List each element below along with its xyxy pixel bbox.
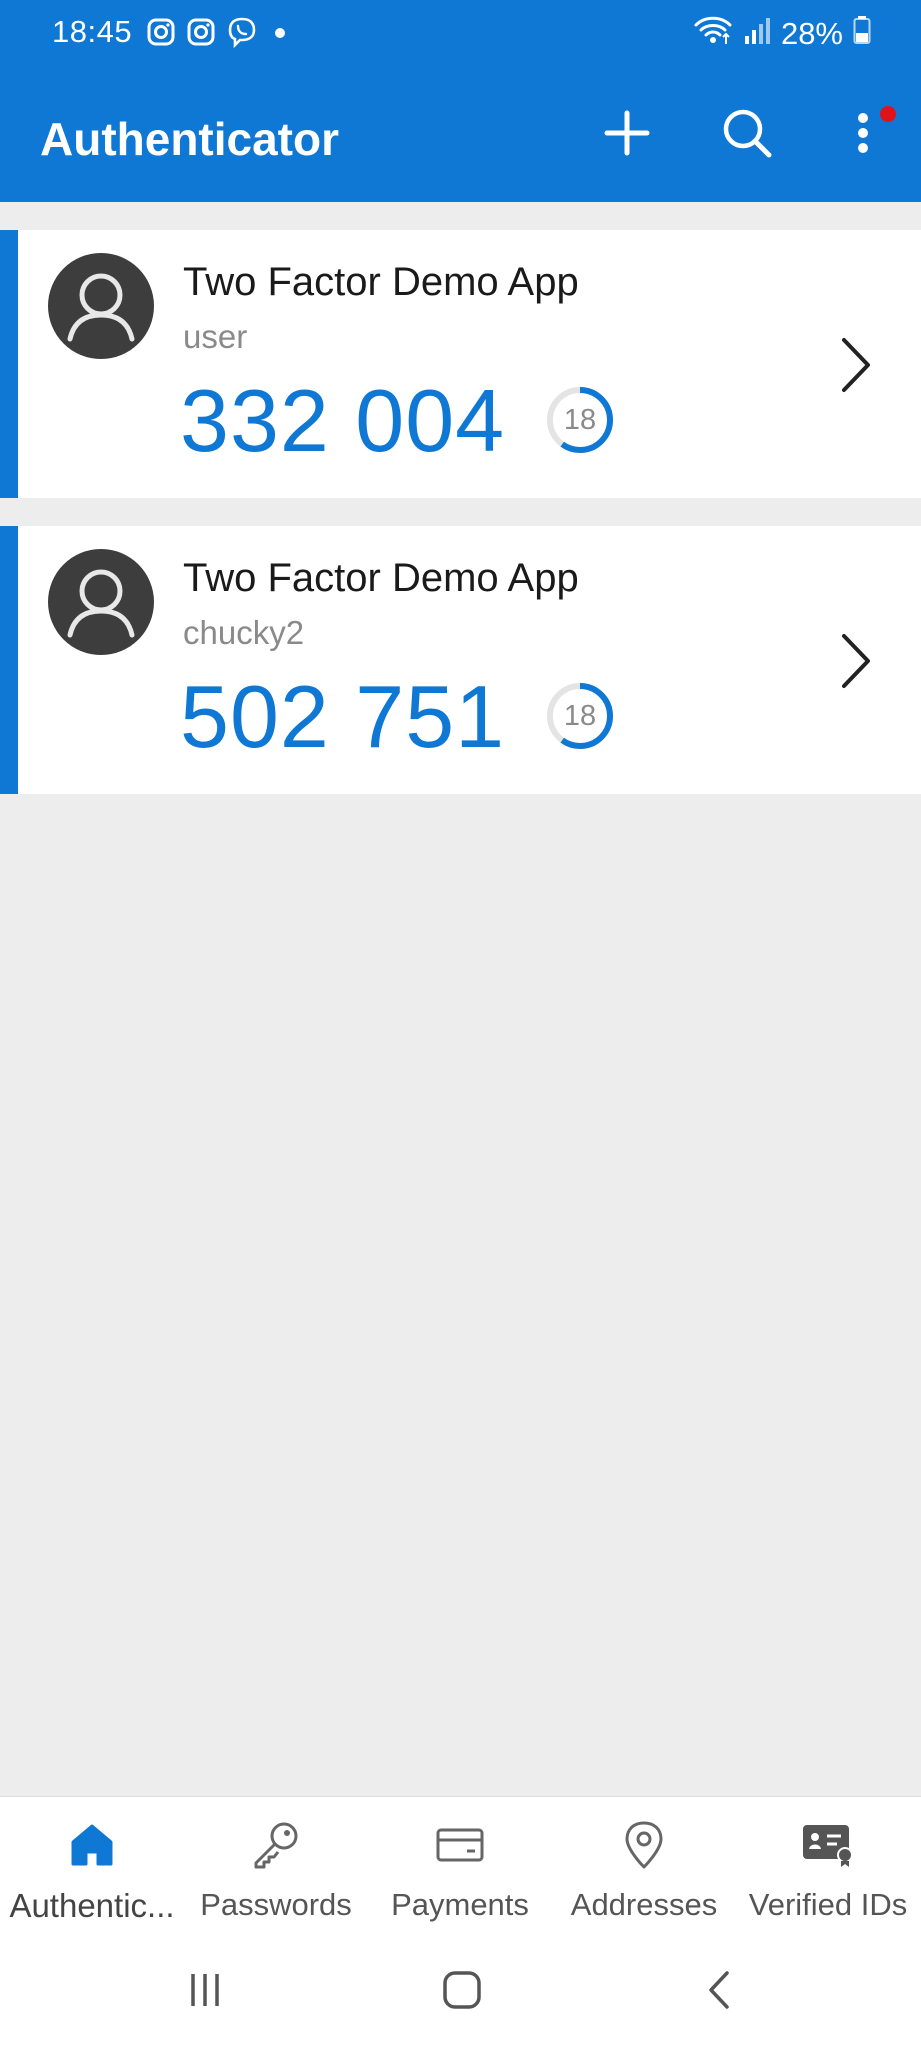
battery-icon (853, 15, 871, 53)
countdown-timer: 18 (545, 681, 615, 751)
location-icon (622, 1820, 666, 1875)
notification-badge (880, 106, 896, 122)
home-square-icon (441, 1969, 483, 2016)
wifi-icon (693, 14, 733, 54)
instagram-icon (146, 17, 176, 47)
app-header: 18:45 28% Authenticator (0, 0, 921, 202)
instagram-icon (186, 17, 216, 47)
add-account-button[interactable] (592, 100, 662, 170)
countdown-timer: 18 (545, 385, 615, 455)
bottom-navigation: Authentic... Passwords Payments Addresse… (0, 1796, 921, 1937)
account-card[interactable]: Two Factor Demo App user 332 004 18 (0, 230, 921, 498)
recent-apps-icon (185, 1970, 225, 2015)
nav-label: Payments (391, 1887, 529, 1922)
otp-code: 502 751 (180, 667, 506, 766)
status-right: 28% (693, 14, 871, 54)
back-icon (705, 1969, 735, 2016)
timer-seconds: 18 (563, 699, 597, 732)
search-icon (721, 107, 773, 164)
account-app-name: Two Factor Demo App (183, 260, 579, 304)
key-icon (250, 1819, 302, 1876)
otp-code: 332 004 (180, 371, 506, 470)
nav-label: Addresses (570, 1887, 718, 1922)
card-icon (435, 1825, 485, 1870)
avatar (48, 549, 154, 655)
back-button[interactable] (690, 1964, 750, 2020)
avatar (48, 253, 154, 359)
nav-item-passwords[interactable]: Passwords (184, 1797, 368, 1937)
search-button[interactable] (712, 100, 782, 170)
account-username: chucky2 (183, 614, 305, 651)
add-icon (604, 110, 650, 161)
nav-label: Verified IDs (748, 1887, 908, 1922)
account-username: user (183, 318, 248, 355)
page-title: Authenticator (40, 113, 339, 165)
notification-dot-icon (268, 17, 292, 47)
recent-apps-button[interactable] (175, 1964, 235, 2020)
status-notification-icons (146, 16, 292, 48)
signal-icon (743, 16, 771, 52)
nav-item-addresses[interactable]: Addresses (552, 1797, 736, 1937)
more-options-button[interactable] (828, 100, 898, 170)
chevron-right-icon[interactable] (830, 626, 880, 696)
account-card[interactable]: Two Factor Demo App chucky2 502 751 18 (0, 526, 921, 794)
nav-item-payments[interactable]: Payments (368, 1797, 552, 1937)
more-icon (855, 110, 871, 161)
system-navigation-bar (0, 1936, 921, 2048)
id-card-icon (801, 1821, 855, 1874)
timer-seconds: 18 (563, 403, 597, 436)
home-button[interactable] (432, 1964, 492, 2020)
nav-item-authenticator[interactable]: Authentic... (0, 1797, 184, 1937)
chevron-right-icon[interactable] (830, 330, 880, 400)
person-icon (48, 569, 154, 655)
card-accent-bar (0, 230, 18, 498)
account-app-name: Two Factor Demo App (183, 556, 579, 600)
person-icon (48, 273, 154, 359)
nav-item-verified-ids[interactable]: Verified IDs (736, 1797, 920, 1937)
status-time: 18:45 (52, 14, 133, 49)
viber-icon (226, 16, 258, 48)
card-accent-bar (0, 526, 18, 794)
nav-label: Authentic... (9, 1887, 175, 1924)
battery-percent: 28% (780, 16, 843, 51)
nav-label: Passwords (200, 1887, 352, 1922)
home-icon (69, 1822, 115, 1873)
